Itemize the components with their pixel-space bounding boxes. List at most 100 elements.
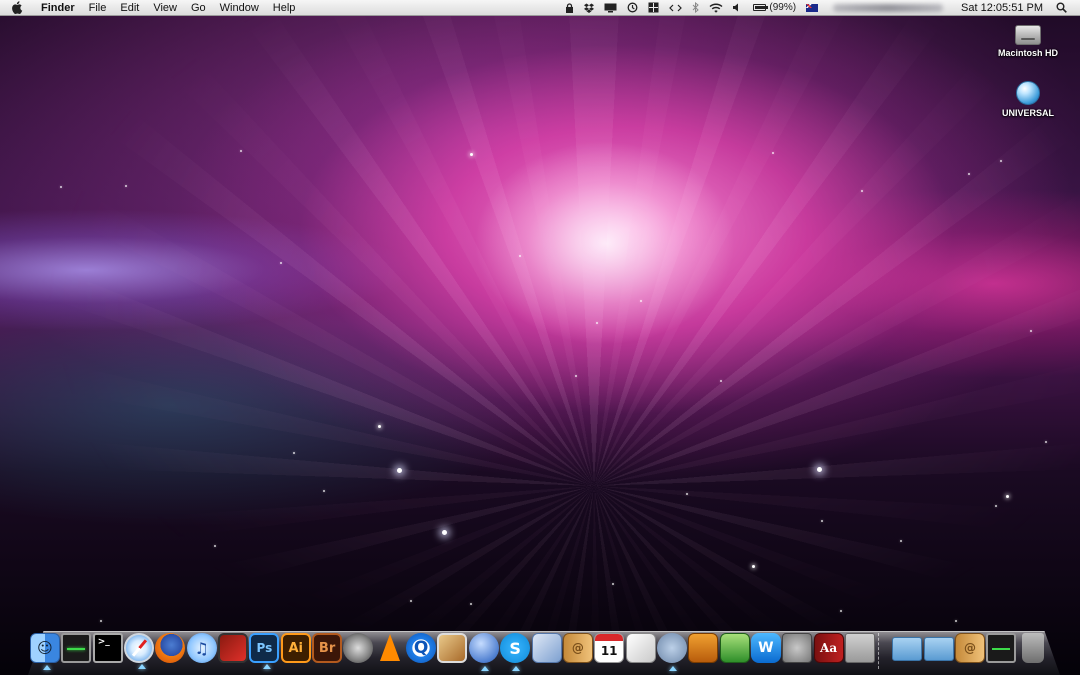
star bbox=[968, 173, 970, 175]
star bbox=[323, 490, 325, 492]
dock-photoshop-icon[interactable]: Ps bbox=[249, 633, 280, 669]
dock-contacts-stack-glyph: @ bbox=[963, 641, 976, 655]
apple-menu-icon[interactable] bbox=[0, 1, 34, 14]
menu-go[interactable]: Go bbox=[184, 0, 213, 16]
dock-preview-icon[interactable] bbox=[625, 633, 656, 663]
dock-skype-icon[interactable]: S bbox=[500, 633, 531, 671]
display-icon[interactable] bbox=[599, 0, 622, 16]
australia-flag-icon[interactable] bbox=[801, 0, 823, 16]
star bbox=[861, 190, 863, 192]
dock-separator bbox=[878, 633, 888, 669]
menu-view[interactable]: View bbox=[146, 0, 184, 16]
desktop-icon-macintosh-hd[interactable]: Macintosh HD bbox=[983, 23, 1073, 58]
desktop-wallpaper bbox=[0, 0, 1080, 675]
desktop-icon-label: UNIVERSAL bbox=[1001, 108, 1054, 118]
dock-dvd-player-icon[interactable] bbox=[343, 633, 374, 663]
star bbox=[442, 530, 447, 535]
dropbox-icon[interactable] bbox=[579, 0, 599, 16]
dock-calculator-icon[interactable] bbox=[844, 633, 875, 663]
dock-activity-monitor-icon[interactable] bbox=[61, 633, 92, 663]
dock-terminal-icon[interactable]: >_ bbox=[92, 633, 123, 663]
dock-applications-folder-icon[interactable] bbox=[892, 637, 923, 661]
star bbox=[772, 152, 774, 154]
star bbox=[1000, 160, 1002, 162]
time-machine-icon[interactable] bbox=[622, 0, 643, 16]
star bbox=[821, 520, 823, 522]
star bbox=[900, 540, 902, 542]
dock-firefox-icon[interactable] bbox=[155, 633, 186, 663]
dock: ☺ >_ ♫ Ps Ai Br Q S @ 11 W Aa @ bbox=[30, 633, 1060, 673]
star bbox=[378, 425, 381, 428]
dock-ichat-icon[interactable] bbox=[468, 633, 499, 671]
dock-itunes-icon[interactable]: ♫ bbox=[186, 633, 217, 663]
star bbox=[240, 150, 242, 152]
star bbox=[720, 380, 722, 382]
dock-quicktime-icon[interactable]: Q bbox=[406, 633, 437, 663]
dock-finder-icon[interactable]: ☺ bbox=[30, 633, 60, 670]
desktop-icon-universal[interactable]: UNIVERSAL bbox=[983, 81, 1073, 118]
star bbox=[470, 603, 472, 605]
wallpaper-rays bbox=[0, 0, 1080, 675]
hard-drive-icon bbox=[1015, 25, 1041, 45]
dock-skype-glyph: S bbox=[509, 638, 521, 658]
menu-edit[interactable]: Edit bbox=[113, 0, 146, 16]
desktop-icon-label: Macintosh HD bbox=[997, 48, 1058, 58]
dock-address-book-icon[interactable]: @ bbox=[562, 633, 593, 663]
star bbox=[686, 493, 688, 495]
bluetooth-icon[interactable] bbox=[687, 0, 704, 16]
volume-icon[interactable] bbox=[728, 0, 748, 16]
dock-safari-icon[interactable] bbox=[124, 633, 155, 669]
dock-itunes-glyph: ♫ bbox=[194, 638, 209, 658]
dock-trash-icon[interactable] bbox=[1021, 633, 1044, 663]
blurred-user-name[interactable] bbox=[833, 3, 944, 12]
star bbox=[1006, 495, 1009, 498]
dock-dictionary-glyph: Aa bbox=[820, 641, 838, 655]
menu-clock[interactable]: Sat 12:05:51 PM bbox=[953, 2, 1051, 14]
dock-word-glyph: W bbox=[758, 640, 774, 656]
menu-file[interactable]: File bbox=[82, 0, 114, 16]
star bbox=[125, 185, 127, 187]
dock-contacts-stack-icon[interactable]: @ bbox=[954, 633, 985, 663]
dock-quicktime-glyph: Q bbox=[413, 638, 429, 658]
dock-ical-icon[interactable]: 11 bbox=[594, 633, 625, 663]
star bbox=[60, 186, 62, 188]
dock-finder-glyph: ☺ bbox=[37, 639, 53, 657]
star bbox=[1045, 441, 1047, 443]
battery-icon bbox=[753, 4, 769, 11]
dock-bridge-icon[interactable]: Br bbox=[312, 633, 343, 663]
star bbox=[293, 452, 295, 454]
code-icon[interactable] bbox=[664, 0, 687, 16]
menu-app-finder[interactable]: Finder bbox=[34, 0, 82, 16]
dock-activity-stack-icon[interactable] bbox=[986, 633, 1017, 663]
menu-help[interactable]: Help bbox=[266, 0, 303, 16]
dock-ical-glyph: 11 bbox=[600, 643, 618, 658]
dock-script-editor-icon[interactable] bbox=[656, 633, 687, 671]
dock-vlc-icon[interactable] bbox=[375, 633, 405, 663]
dock-iphoto-icon[interactable] bbox=[437, 633, 468, 663]
menu-window[interactable]: Window bbox=[213, 0, 266, 16]
dock-documents-folder-icon[interactable] bbox=[923, 637, 954, 661]
dock-system-preferences-icon[interactable] bbox=[782, 633, 813, 663]
star bbox=[100, 620, 102, 622]
running-indicator bbox=[512, 666, 521, 671]
dock-dictionary-icon[interactable]: Aa bbox=[813, 633, 844, 663]
star bbox=[817, 467, 822, 472]
lock-icon[interactable] bbox=[560, 0, 579, 16]
battery-status[interactable]: (99%) bbox=[748, 0, 801, 16]
running-indicator bbox=[668, 666, 677, 671]
dock-photo-booth-icon[interactable] bbox=[218, 633, 249, 663]
star bbox=[1030, 330, 1032, 332]
spaces-icon[interactable] bbox=[643, 0, 664, 16]
star bbox=[280, 262, 282, 264]
star bbox=[410, 600, 412, 602]
dock-word-icon[interactable]: W bbox=[750, 633, 781, 663]
dock-keynote-icon[interactable] bbox=[688, 633, 719, 663]
wifi-icon[interactable] bbox=[704, 0, 728, 16]
dock-illustrator-icon[interactable]: Ai bbox=[280, 633, 311, 663]
dock-photoshop-glyph: Ps bbox=[256, 641, 273, 655]
dock-numbers-icon[interactable] bbox=[719, 633, 750, 663]
dock-mail-icon[interactable] bbox=[531, 633, 562, 663]
running-indicator bbox=[138, 664, 147, 669]
star bbox=[640, 300, 642, 302]
spotlight-icon[interactable] bbox=[1051, 0, 1072, 16]
